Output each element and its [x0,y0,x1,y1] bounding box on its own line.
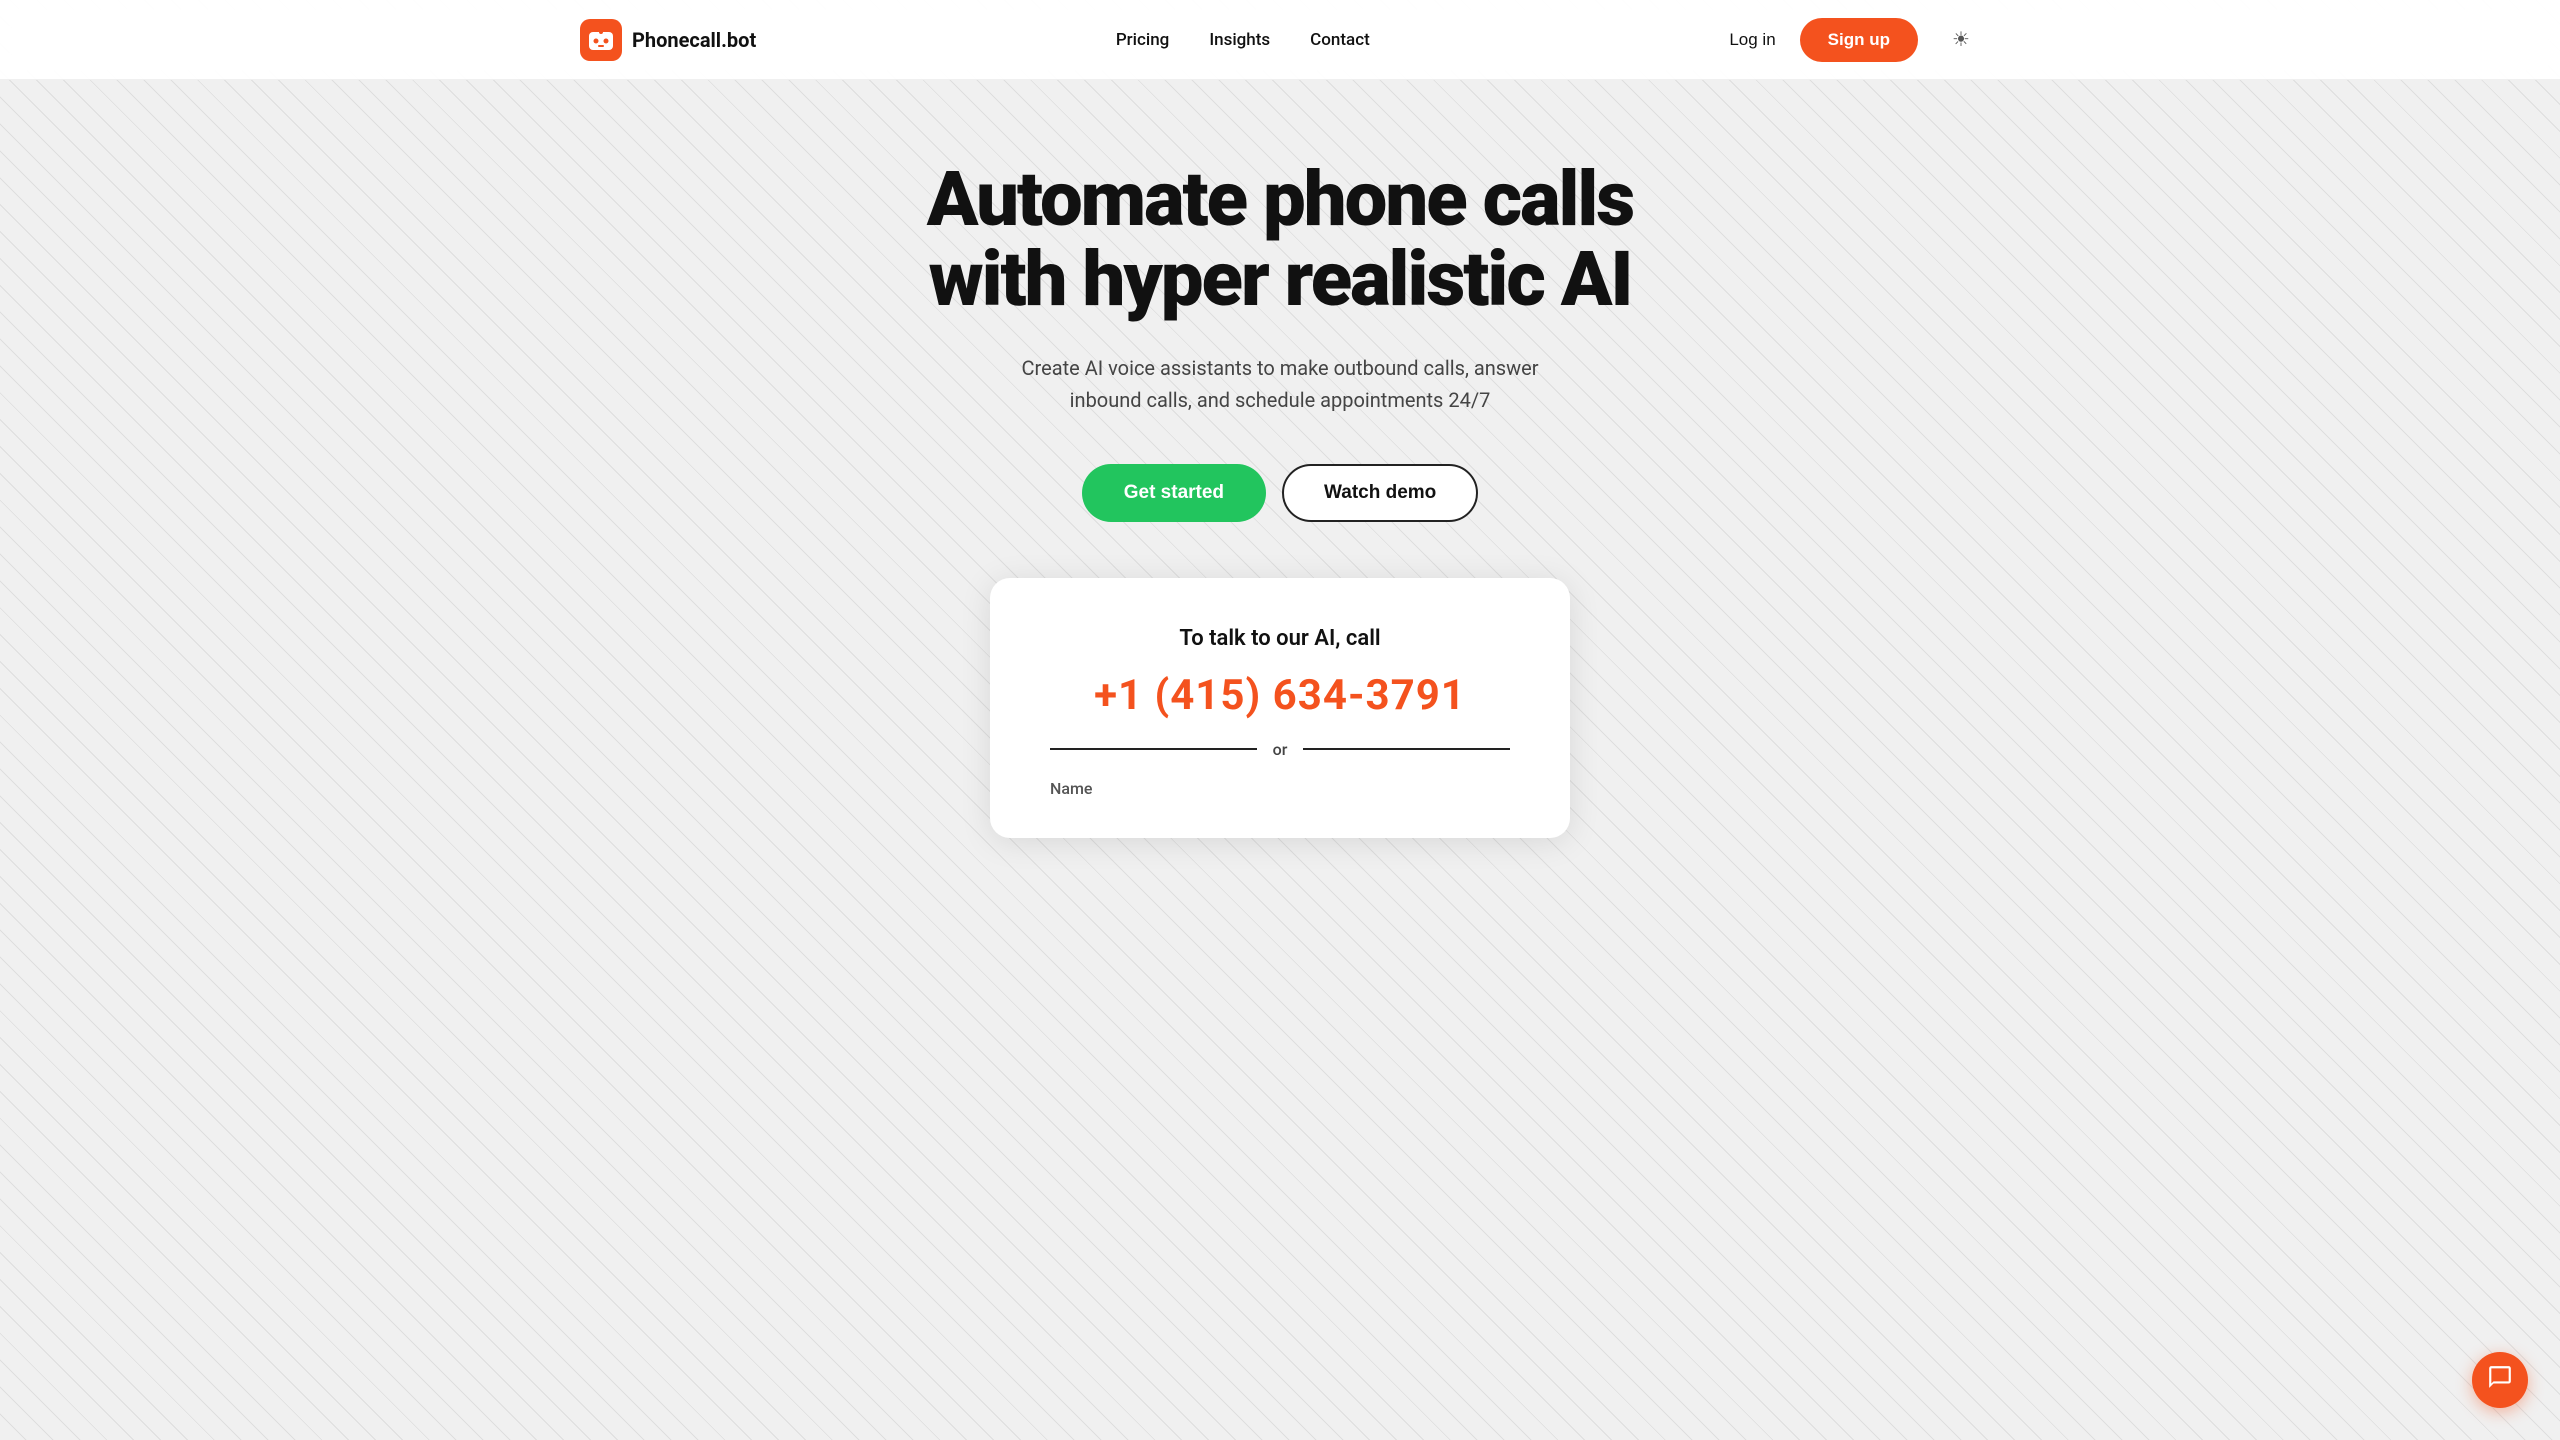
signup-button[interactable]: Sign up [1800,18,1918,62]
nav-links: Pricing Insights Contact [1116,30,1370,50]
theme-toggle-button[interactable]: ☀ [1942,21,1980,59]
nav-inner: Phonecall.bot Pricing Insights Contact L… [580,18,1980,62]
divider-line-right [1303,748,1510,750]
divider-line-left [1050,748,1257,750]
logo-link[interactable]: Phonecall.bot [580,19,756,61]
nav-link-insights[interactable]: Insights [1209,30,1270,50]
hero-buttons: Get started Watch demo [1082,464,1479,522]
logo-text: Phonecall.bot [632,28,756,52]
call-card-name-label: Name [1050,779,1510,798]
nav-link-contact[interactable]: Contact [1310,30,1370,50]
nav-link-pricing[interactable]: Pricing [1116,30,1170,50]
call-card-phone: +1 (415) 634-3791 [1094,671,1466,720]
chat-icon [2487,1364,2513,1397]
login-button[interactable]: Log in [1729,30,1775,50]
hero-section: Automate phone calls with hyper realisti… [0,0,2560,898]
call-card-label: To talk to our AI, call [1179,626,1380,651]
nav-actions: Log in Sign up ☀ [1729,18,1980,62]
call-card: To talk to our AI, call +1 (415) 634-379… [990,578,1570,838]
theme-icon: ☀ [1952,27,1970,52]
call-card-divider: or [1050,740,1510,759]
navbar: Phonecall.bot Pricing Insights Contact L… [0,0,2560,80]
watch-demo-button[interactable]: Watch demo [1282,464,1478,522]
page-wrapper: Phonecall.bot Pricing Insights Contact L… [0,0,2560,1440]
divider-or-text: or [1273,740,1288,759]
hero-title-line2: with hyper realistic AI [928,234,1631,324]
get-started-button[interactable]: Get started [1082,464,1266,522]
hero-title-line1: Automate phone calls [927,154,1634,244]
chat-button[interactable] [2472,1352,2528,1408]
hero-subtitle: Create AI voice assistants to make outbo… [990,352,1570,416]
logo-icon [580,19,622,61]
hero-title: Automate phone calls with hyper realisti… [927,160,1634,320]
